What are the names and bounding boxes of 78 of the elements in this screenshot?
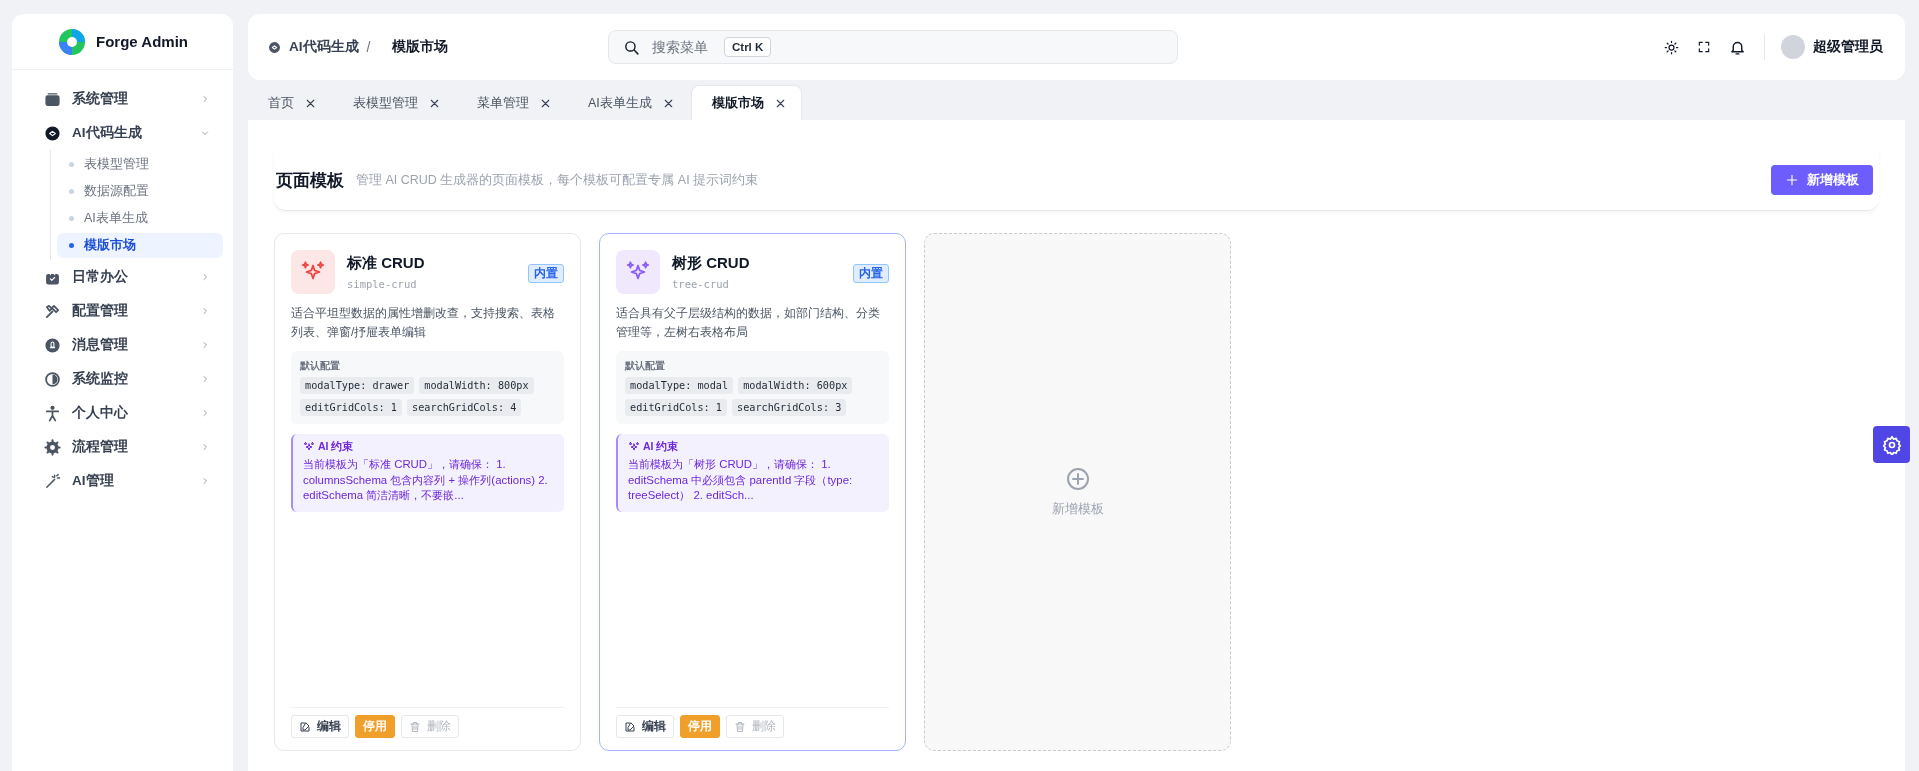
trash-icon xyxy=(409,720,421,733)
edit-icon xyxy=(299,720,311,733)
submenu-item[interactable]: 模版市场 xyxy=(57,233,223,258)
ai-constraint-label: AI 约束 xyxy=(318,440,354,454)
plus-circle-icon xyxy=(1065,466,1090,491)
template-code: tree-crud xyxy=(672,278,730,290)
submenu-item[interactable]: AI表单生成 xyxy=(57,206,223,231)
search-bar[interactable]: 搜索菜单 Ctrl K xyxy=(608,30,1178,64)
menu-item[interactable]: AI代码生成 xyxy=(22,116,223,150)
config-tag: modalType: modal xyxy=(625,377,734,394)
config-tag: searchGridCols: 3 xyxy=(732,399,847,416)
breadcrumb-item[interactable]: AI代码生成 xyxy=(289,38,359,56)
ai-constraint-text: 当前模板为「树形 CRUD」，请确保： 1. editSchema 中必须包含 parentId 字段（type: treeSelect） 2. editSch... xyxy=(628,457,854,503)
ai-constraint-text: 当前模板为「标准 CRUD」，请确保： 1. columnsSchema 包含内容列 + 操作列(actions) 2. editSchema 简洁清晰，不要嵌... xyxy=(303,457,549,503)
page-tab[interactable]: 表模型管理 xyxy=(333,86,455,120)
breadcrumb-separator: / xyxy=(366,39,371,55)
template-description: 适合具有父子层级结构的数据，如部门结构、分类管理等，左树右表格布局 xyxy=(616,305,881,341)
edit-button[interactable]: 编辑 xyxy=(291,715,349,738)
config-label: 默认配置 xyxy=(625,359,666,373)
menu-item[interactable]: AI管理 xyxy=(22,464,223,498)
menu-item[interactable]: 配置管理 xyxy=(22,294,223,328)
module-icon xyxy=(268,40,281,54)
search-field[interactable]: 搜索菜单 xyxy=(650,38,714,56)
page-tab[interactable]: 模版市场 xyxy=(690,85,802,120)
config-tag: searchGridCols: 4 xyxy=(407,399,522,416)
breadcrumb-item: 模版市场 xyxy=(392,38,449,56)
settings-icon xyxy=(1881,434,1902,455)
config-label: 默认配置 xyxy=(300,359,341,373)
shortcut-hint: Ctrl K xyxy=(724,37,772,57)
sun-icon xyxy=(1664,39,1679,55)
page-title: 页面模板 xyxy=(276,169,344,192)
menu-icon xyxy=(44,90,61,108)
menu-icon xyxy=(44,124,61,142)
search-icon xyxy=(623,38,640,56)
menu-item[interactable]: 流程管理 xyxy=(22,430,223,464)
settings-button[interactable] xyxy=(1873,426,1910,463)
logo-icon xyxy=(57,26,87,57)
template-code: simple-crud xyxy=(347,278,418,290)
template-card[interactable] xyxy=(599,233,906,751)
menu-item[interactable]: 日常办公 xyxy=(22,260,223,294)
menu-icon xyxy=(44,302,61,320)
user-name[interactable]: 超级管理员 xyxy=(1813,38,1883,56)
add-template-label: 新增模板 xyxy=(1051,500,1104,518)
app-name: Forge Admin xyxy=(96,33,188,50)
template-name: 标准 CRUD xyxy=(347,254,426,273)
fullscreen-icon xyxy=(1697,40,1711,54)
add-template-button[interactable]: 新增模板 xyxy=(1771,165,1873,195)
menu-item[interactable]: 个人中心 xyxy=(22,396,223,430)
sparkle-icon xyxy=(303,441,315,453)
edit-icon xyxy=(624,720,636,733)
config-tag: modalWidth: 600px xyxy=(738,377,853,394)
edit-button[interactable]: 编辑 xyxy=(616,715,674,738)
sparkle-icon xyxy=(628,441,640,453)
trash-icon xyxy=(734,720,746,733)
config-tag: editGridCols: 1 xyxy=(625,399,727,416)
plus-icon xyxy=(1785,173,1799,187)
builtin-tag: 内置 xyxy=(853,264,889,283)
template-name: 树形 CRUD xyxy=(672,254,751,273)
menu-item[interactable]: 系统管理 xyxy=(22,82,223,116)
page-tab[interactable]: 菜单管理 xyxy=(457,86,566,120)
config-tag: editGridCols: 1 xyxy=(300,399,402,416)
menu-icon xyxy=(44,472,61,490)
config-tag: modalType: drawer xyxy=(300,377,415,394)
menu-item[interactable]: 消息管理 xyxy=(22,328,223,362)
template-description: 适合平坦型数据的属性增删改查，支持搜索、表格列表、弹窗/抒屉表单编辑 xyxy=(291,305,556,341)
menu-item[interactable]: 系统监控 xyxy=(22,362,223,396)
page-tab[interactable]: 首页 xyxy=(248,86,331,120)
menu-icon xyxy=(44,336,61,354)
submenu-item[interactable]: 表模型管理 xyxy=(57,152,223,177)
config-tag: modalWidth: 800px xyxy=(419,377,534,394)
submenu-item[interactable]: 数据源配置 xyxy=(57,179,223,204)
builtin-tag: 内置 xyxy=(528,264,564,283)
page-subtitle: 管理 AI CRUD 生成器的页面模板，每个模板可配置专属 AI 提示词约束 xyxy=(356,171,760,189)
menu-icon xyxy=(44,404,61,422)
page-tab[interactable]: AI表单生成 xyxy=(568,86,689,120)
menu-icon xyxy=(44,438,61,456)
menu-icon xyxy=(44,370,61,388)
ai-constraint-label: AI 约束 xyxy=(643,440,679,454)
